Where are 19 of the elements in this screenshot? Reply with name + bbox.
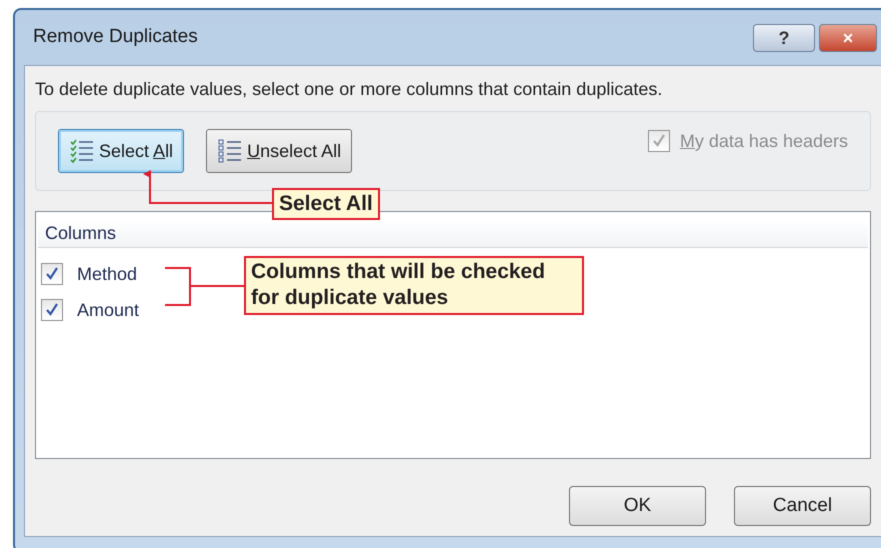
- help-button[interactable]: ?: [753, 24, 815, 52]
- column-label: Method: [77, 262, 138, 286]
- cancel-button[interactable]: Cancel: [734, 486, 871, 526]
- window-title: Remove Duplicates: [33, 25, 199, 50]
- callout-label: Select All: [272, 188, 380, 220]
- callout-label: Columns that will be checked for duplicate values: [244, 256, 584, 314]
- checkmark-icon: [44, 266, 60, 282]
- checkmark-icon: [650, 133, 667, 149]
- column-checkbox[interactable]: [41, 263, 63, 285]
- column-label: Amount: [77, 298, 140, 322]
- select-all-button[interactable]: Select All: [58, 129, 184, 173]
- list-icon: [217, 138, 244, 164]
- instruction-text: To delete duplicate values, select one or more columns that contain duplicates.: [35, 78, 664, 101]
- unselect-all-button[interactable]: Unselect All: [206, 129, 352, 173]
- checkbox-label: My data has headers: [680, 130, 848, 153]
- column-checkbox[interactable]: [41, 299, 63, 321]
- checklist-icon: [69, 138, 95, 164]
- checkmark-icon: [44, 302, 60, 318]
- ok-button[interactable]: OK: [569, 486, 706, 526]
